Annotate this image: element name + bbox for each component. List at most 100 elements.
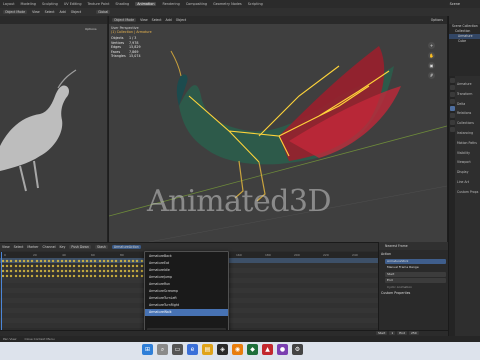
keyframe[interactable] (30, 269, 34, 272)
action-item[interactable]: ArmatureRun (145, 281, 228, 288)
keyframe[interactable] (127, 274, 131, 277)
properties-section[interactable]: Instancing (457, 129, 480, 139)
keyframe[interactable] (30, 264, 34, 267)
file-explorer-icon[interactable]: ▤ (202, 344, 213, 355)
keyframe[interactable] (123, 259, 127, 262)
keyframe[interactable] (43, 274, 47, 277)
keyframe[interactable] (85, 274, 89, 277)
keyframe[interactable] (39, 274, 43, 277)
keyframe[interactable] (18, 259, 22, 262)
keyframe[interactable] (106, 269, 110, 272)
keyframe[interactable] (22, 269, 26, 272)
keyframe[interactable] (72, 269, 76, 272)
tab-shading[interactable]: Shading (115, 2, 129, 6)
keyframe[interactable] (35, 259, 39, 262)
keyframe[interactable] (56, 274, 60, 277)
keyframe[interactable] (43, 259, 47, 262)
keyframe[interactable] (43, 264, 47, 267)
mode-selector[interactable]: Object Mode (3, 10, 28, 14)
keyframe[interactable] (98, 274, 102, 277)
tab-animation[interactable]: Animation (135, 2, 157, 6)
keyframe[interactable] (14, 274, 18, 277)
keyframe[interactable] (56, 264, 60, 267)
ds-menu-channel[interactable]: Channel (42, 245, 55, 249)
data-icon[interactable] (449, 127, 455, 132)
keyframe[interactable] (140, 264, 144, 267)
keyframe[interactable] (77, 259, 81, 262)
nearest-frame-selector[interactable]: Nearest Frame (379, 242, 448, 250)
keyframe[interactable] (123, 269, 127, 272)
keyframe[interactable] (72, 259, 76, 262)
action-item[interactable]: ArmatureScreamp (145, 288, 228, 295)
app-icon[interactable]: ◆ (247, 344, 258, 355)
keyframe[interactable] (35, 274, 39, 277)
app-icon[interactable]: ● (277, 344, 288, 355)
keyframe[interactable] (140, 269, 144, 272)
keyframe[interactable] (85, 269, 89, 272)
tool-icon[interactable] (449, 78, 455, 83)
search-icon[interactable]: ⌕ (157, 344, 168, 355)
action-field[interactable]: ArmatureStick (385, 258, 446, 264)
keyframe[interactable] (98, 259, 102, 262)
properties-section[interactable]: Custom Props (457, 188, 480, 198)
keyframe[interactable] (22, 259, 26, 262)
action-item-selected[interactable]: ArmatureWalk (145, 309, 228, 316)
keyframe[interactable] (102, 259, 106, 262)
grid-icon[interactable]: # (428, 72, 435, 79)
physics-icon[interactable] (449, 120, 455, 125)
playhead[interactable] (0, 252, 2, 330)
keyframe[interactable] (81, 269, 85, 272)
output-icon[interactable] (449, 92, 455, 97)
keyframe[interactable] (102, 274, 106, 277)
keyframe[interactable] (14, 259, 18, 262)
properties-section[interactable]: Motion Paths (457, 139, 480, 149)
keyframe[interactable] (14, 269, 18, 272)
end-field[interactable]: End (385, 278, 446, 283)
action-item[interactable]: ArmatureEat (145, 260, 228, 267)
keyframe[interactable] (127, 264, 131, 267)
keyframe[interactable] (51, 264, 55, 267)
keyframe[interactable] (35, 269, 39, 272)
blender-icon[interactable]: ◉ (232, 344, 243, 355)
keyframe[interactable] (77, 274, 81, 277)
keyframe[interactable] (30, 259, 34, 262)
keyframe[interactable] (1, 264, 5, 267)
scene-selector[interactable]: Scene (450, 2, 460, 6)
keyframe[interactable] (9, 259, 13, 262)
store-icon[interactable]: ◈ (217, 344, 228, 355)
keyframe[interactable] (81, 274, 85, 277)
keyframe[interactable] (81, 259, 85, 262)
camera-icon[interactable]: ▣ (428, 62, 435, 69)
tab-uv-editing[interactable]: UV Editing (64, 2, 82, 6)
keyframe[interactable] (123, 274, 127, 277)
ds-menu-view[interactable]: View (2, 245, 10, 249)
keyframe[interactable] (1, 269, 5, 272)
action-item[interactable]: ArmatureTurnLeft (145, 295, 228, 302)
custom-props-header[interactable]: Custom Properties (379, 290, 448, 297)
keyframe[interactable] (51, 269, 55, 272)
keyframe[interactable] (9, 264, 13, 267)
keyframe[interactable] (22, 274, 26, 277)
keyframe[interactable] (39, 269, 43, 272)
hand-icon[interactable]: ✋ (428, 52, 435, 59)
action-item[interactable]: ArmatureIdle (145, 267, 228, 274)
push-down-button[interactable]: Push Down (69, 245, 91, 249)
left-options-button[interactable]: Options (85, 27, 97, 31)
keyframe[interactable] (85, 264, 89, 267)
tab-scripting[interactable]: Scripting (248, 2, 263, 6)
keyframe[interactable] (135, 269, 139, 272)
keyframe[interactable] (119, 269, 123, 272)
keyframe[interactable] (43, 269, 47, 272)
keyframe[interactable] (72, 274, 76, 277)
menu-add[interactable]: Add (60, 10, 66, 14)
keyframe[interactable] (35, 264, 39, 267)
tab-geometry-nodes[interactable]: Geometry Nodes (213, 2, 242, 6)
settings-icon[interactable]: ⚙ (292, 344, 303, 355)
menu-select[interactable]: Select (45, 10, 55, 14)
keyframe[interactable] (140, 274, 144, 277)
keyframe[interactable] (114, 269, 118, 272)
start-field[interactable]: Start (385, 271, 446, 277)
transform-orientation[interactable]: Global (96, 10, 111, 14)
properties-section[interactable]: Visibility (457, 149, 480, 159)
keyframe[interactable] (22, 264, 26, 267)
